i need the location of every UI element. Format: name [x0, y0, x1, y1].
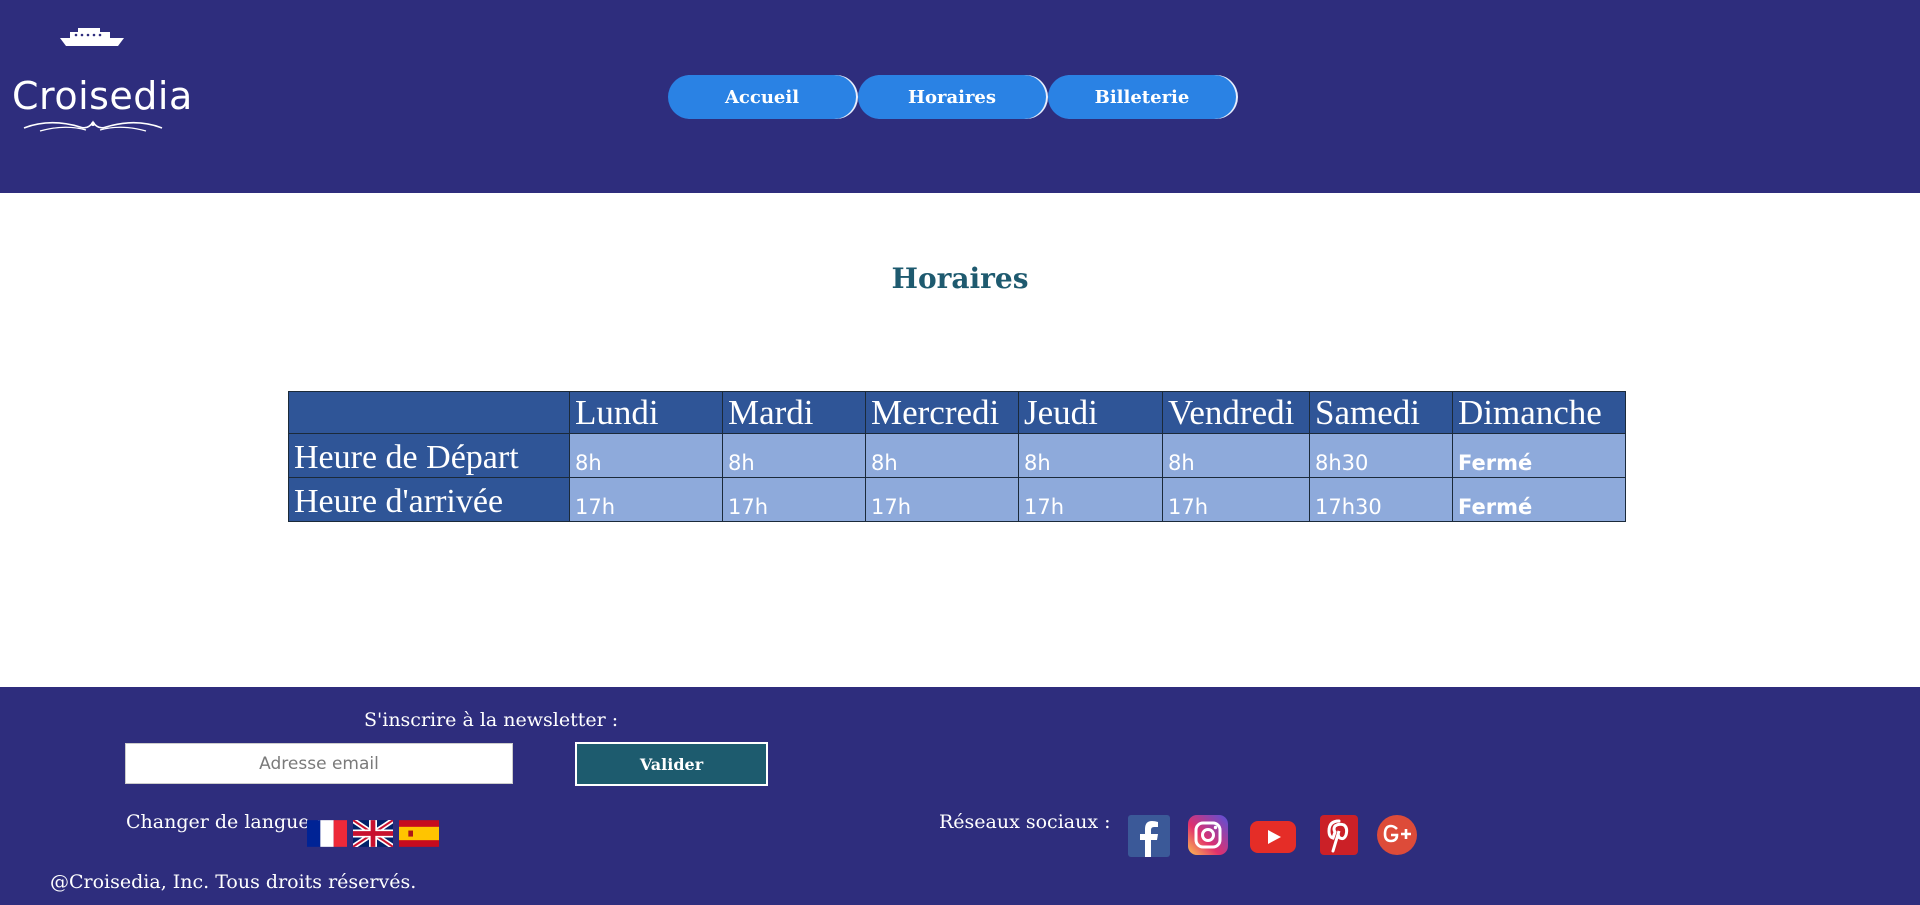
uk-flag-icon[interactable]: [353, 820, 393, 847]
nav-billeterie-button[interactable]: Billeterie: [1048, 75, 1236, 119]
google-plus-icon[interactable]: [1377, 815, 1417, 855]
table-cell: 17h: [865, 477, 1019, 522]
flourish-icon: [23, 120, 163, 132]
spain-flag-icon[interactable]: [399, 820, 439, 847]
table-header-lundi: Lundi: [569, 391, 723, 434]
table-cell: 8h: [865, 433, 1019, 478]
table-row-arrivee: Heure d'arrivée 17h 17h 17h 17h 17h 17h3…: [288, 477, 1626, 522]
table-cell: 8h: [1162, 433, 1310, 478]
table-cell: 8h30: [1309, 433, 1453, 478]
newsletter-label: S'inscrire à la newsletter :: [364, 709, 619, 731]
facebook-icon[interactable]: [1128, 815, 1170, 857]
instagram-icon[interactable]: [1188, 815, 1228, 855]
table-cell: 8h: [722, 433, 866, 478]
site-footer: S'inscrire à la newsletter : Valider Cha…: [0, 687, 1920, 905]
table-cell: 17h: [1018, 477, 1163, 522]
language-label: Changer de langue :: [126, 811, 323, 833]
schedule-table: Lundi Mardi Mercredi Jeudi Vendredi Same…: [288, 391, 1626, 522]
table-cell: 8h: [1018, 433, 1163, 478]
table-cell-closed: Fermé: [1452, 433, 1626, 478]
nav-horaires-button[interactable]: Horaires: [858, 75, 1046, 119]
table-header-row: Lundi Mardi Mercredi Jeudi Vendredi Same…: [288, 391, 1626, 434]
table-header-mercredi: Mercredi: [865, 391, 1019, 434]
youtube-icon[interactable]: [1250, 821, 1296, 853]
table-cell: 17h: [1162, 477, 1310, 522]
row-label-depart: Heure de Départ: [288, 433, 570, 478]
table-cell: 8h: [569, 433, 723, 478]
table-header-mardi: Mardi: [722, 391, 866, 434]
brand-name: Croisedia: [12, 74, 193, 118]
table-header-samedi: Samedi: [1309, 391, 1453, 434]
france-flag-icon[interactable]: [307, 820, 347, 847]
pinterest-icon[interactable]: [1320, 815, 1358, 855]
site-logo[interactable]: Croisedia: [8, 24, 192, 144]
table-cell: 17h: [569, 477, 723, 522]
email-field[interactable]: [125, 743, 513, 784]
main-nav: Accueil Horaires Billeterie: [668, 75, 1236, 119]
table-header-dimanche: Dimanche: [1452, 391, 1626, 434]
site-header: Croisedia Accueil Horaires Billeterie: [0, 0, 1920, 193]
language-switcher: [307, 820, 439, 847]
row-label-arrivee: Heure d'arrivée: [288, 477, 570, 522]
nav-accueil-button[interactable]: Accueil: [668, 75, 856, 119]
submit-newsletter-button[interactable]: Valider: [575, 742, 768, 786]
copyright-text: @Croisedia, Inc. Tous droits réservés.: [50, 871, 417, 893]
social-label: Réseaux sociaux :: [939, 811, 1111, 833]
table-row-depart: Heure de Départ 8h 8h 8h 8h 8h 8h30 Ferm…: [288, 433, 1626, 478]
table-cell: 17h: [722, 477, 866, 522]
page-title: Horaires: [891, 262, 1029, 295]
table-cell: 17h30: [1309, 477, 1453, 522]
table-header-corner: [288, 391, 570, 434]
table-cell-closed: Fermé: [1452, 477, 1626, 522]
table-header-jeudi: Jeudi: [1018, 391, 1163, 434]
table-header-vendredi: Vendredi: [1162, 391, 1310, 434]
ship-icon: [60, 28, 124, 46]
